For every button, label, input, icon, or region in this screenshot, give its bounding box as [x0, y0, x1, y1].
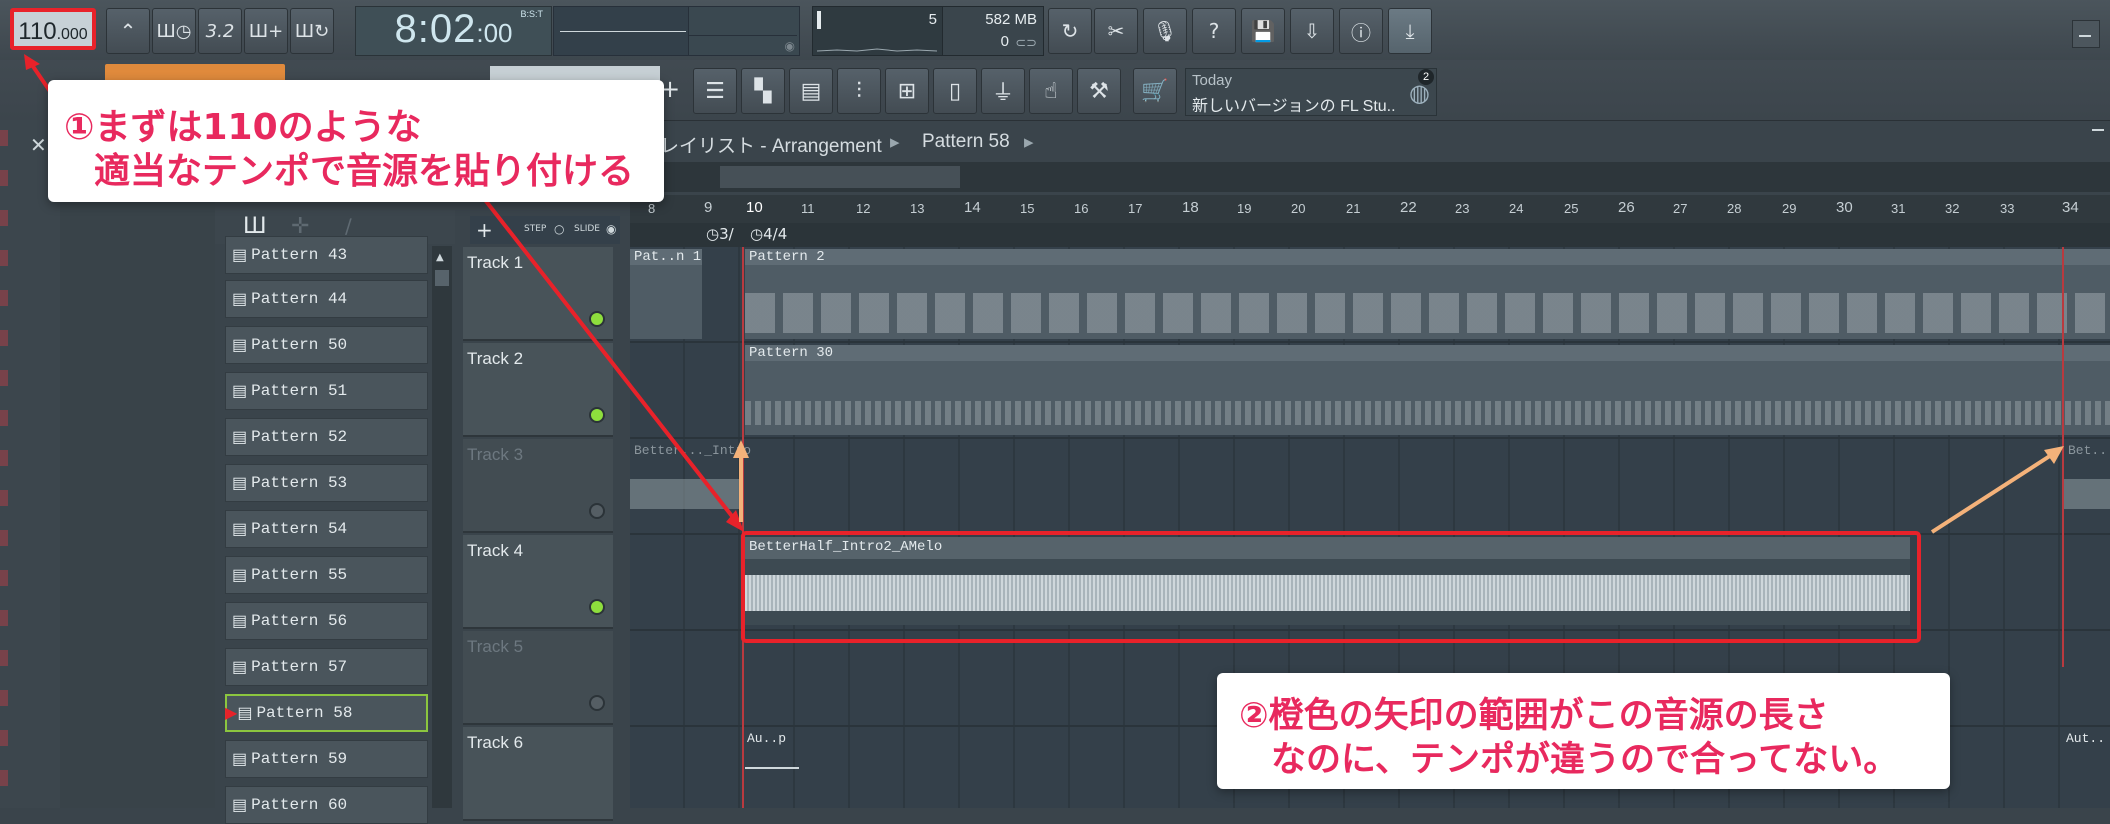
orange-arrow-right	[1930, 450, 2058, 534]
callout-step2: ②橙色の矢印の範囲がこの音源の長さ なのに、テンポが違うので合ってない。	[1217, 673, 1950, 789]
orange-arrow-left-head	[733, 440, 749, 458]
orange-arrow-right-head	[2044, 446, 2064, 464]
callout-step2-line2: なのに、テンポが違うので合ってない。	[1271, 740, 1899, 780]
callout-step1-line2: 適当なテンポで音源を貼り付ける	[94, 151, 635, 192]
callout-step1: ①まずは110のような 適当なテンポで音源を貼り付ける	[48, 80, 664, 202]
clip-arrow	[480, 194, 737, 522]
clip-highlight-box	[741, 531, 1921, 643]
